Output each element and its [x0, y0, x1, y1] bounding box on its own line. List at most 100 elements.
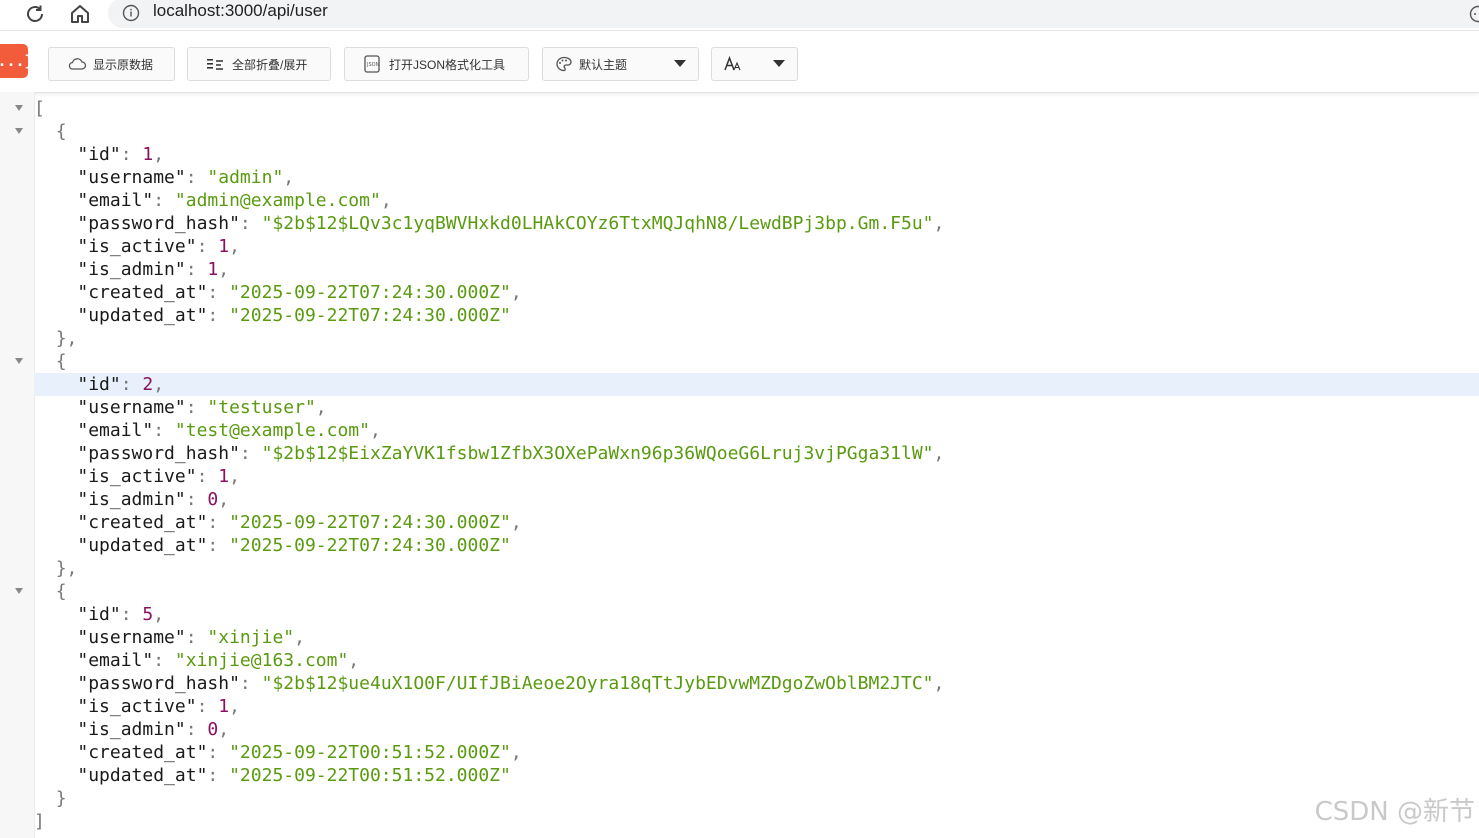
- json-key: "is_admin": [77, 719, 186, 740]
- watermark: CSDN @新节: [1314, 797, 1475, 827]
- json-key: "is_active": [77, 466, 197, 487]
- array-close-bracket: ]: [34, 811, 45, 832]
- json-line: [: [34, 97, 1479, 120]
- colon: :: [185, 627, 208, 648]
- json-line: {: [34, 580, 1479, 603]
- json-key: "password_hash": [77, 443, 240, 464]
- comma: ,: [218, 259, 230, 280]
- json-viewer-toolbar: {...} 显示原数据 全部折叠/展开 JSON 打开JSON格式化工具: [0, 36, 1479, 93]
- show-raw-data-button[interactable]: 显示原数据: [48, 47, 175, 81]
- json-line: }: [34, 787, 1479, 810]
- colon: :: [153, 420, 175, 441]
- json-string-value: "2025-09-22T00:51:52.000Z": [229, 742, 511, 763]
- colon: :: [185, 489, 208, 510]
- home-button[interactable]: [67, 2, 93, 26]
- json-line: "email": "test@example.com",: [34, 419, 1479, 442]
- json-line: "id": 1,: [34, 143, 1479, 166]
- fold-expand-all-label: 全部折叠/展开: [232, 57, 308, 72]
- json-line: {: [34, 350, 1479, 373]
- address-bar[interactable]: localhost:3000/api/user: [108, 0, 1479, 28]
- json-line: "username": "admin",: [34, 166, 1479, 189]
- array-open-bracket: [: [34, 98, 45, 119]
- fold-toggle-icon[interactable]: [15, 358, 23, 364]
- more-options-icon[interactable]: [1463, 4, 1479, 24]
- json-line-highlighted: "id": 2,: [34, 373, 1479, 396]
- json-key: "is_active": [77, 696, 197, 717]
- reload-button[interactable]: [22, 2, 48, 26]
- json-key: "email": [77, 190, 154, 211]
- json-key: "is_admin": [77, 259, 186, 280]
- comma: ,: [218, 489, 230, 510]
- comma: ,: [348, 650, 360, 671]
- chevron-down-icon: [773, 60, 785, 67]
- svg-text:JSON: JSON: [366, 62, 380, 68]
- font-size-select[interactable]: [711, 47, 798, 81]
- cloud-icon: [67, 57, 87, 71]
- json-line: "username": "xinjie",: [34, 626, 1479, 649]
- object-close-brace: }: [55, 788, 67, 809]
- comma: ,: [933, 213, 945, 234]
- colon: :: [120, 604, 143, 625]
- colon: :: [239, 213, 262, 234]
- colon: :: [185, 397, 208, 418]
- json-key: "password_hash": [77, 673, 240, 694]
- json-number-value: 0: [207, 719, 219, 740]
- json-line: "is_admin": 1,: [34, 258, 1479, 281]
- comma: ,: [283, 167, 295, 188]
- colon: :: [153, 650, 175, 671]
- json-key: "username": [77, 167, 186, 188]
- comma: ,: [933, 673, 945, 694]
- json-string-value: "$2b$12$LQv3c1yqBWVHxkd0LHAkCOYz6TtxMQJq…: [261, 213, 934, 234]
- info-icon[interactable]: [122, 4, 140, 22]
- colon: :: [185, 259, 208, 280]
- json-extension-logo[interactable]: {...}: [0, 44, 34, 78]
- colon: :: [185, 719, 208, 740]
- colon: :: [196, 236, 219, 257]
- comma: ,: [933, 443, 945, 464]
- comma: ,: [229, 696, 240, 717]
- colon: :: [185, 167, 208, 188]
- json-line: "email": "admin@example.com",: [34, 189, 1479, 212]
- json-line: "created_at": "2025-09-22T07:24:30.000Z"…: [34, 281, 1479, 304]
- colon: :: [239, 673, 262, 694]
- json-key: "email": [77, 420, 154, 441]
- fold-expand-all-button[interactable]: 全部折叠/展开: [187, 47, 331, 81]
- json-line: "created_at": "2025-09-22T07:24:30.000Z"…: [34, 511, 1479, 534]
- json-key: "is_admin": [77, 489, 186, 510]
- colon: :: [207, 535, 230, 556]
- browser-bar: localhost:3000/api/user: [0, 0, 1479, 31]
- json-line: "created_at": "2025-09-22T00:51:52.000Z"…: [34, 741, 1479, 764]
- url-text[interactable]: localhost:3000/api/user: [153, 1, 328, 21]
- fold-toggle-icon[interactable]: [15, 128, 23, 134]
- json-line: "is_admin": 0,: [34, 488, 1479, 511]
- show-raw-data-label: 显示原数据: [93, 57, 154, 72]
- json-string-value: "xinjie": [207, 627, 295, 648]
- comma: ,: [510, 512, 522, 533]
- json-line: "username": "testuser",: [34, 396, 1479, 419]
- json-number-value: 1: [218, 466, 230, 487]
- json-string-value: "testuser": [207, 397, 316, 418]
- json-key: "id": [77, 604, 121, 625]
- object-open-brace: {: [55, 351, 67, 372]
- json-line: "id": 5,: [34, 603, 1479, 626]
- json-line: {: [34, 120, 1479, 143]
- fold-toggle-icon[interactable]: [15, 588, 23, 594]
- comma: ,: [153, 604, 165, 625]
- json-line: "password_hash": "$2b$12$EixZaYVK1fsbw1Z…: [34, 442, 1479, 465]
- comma: ,: [218, 719, 230, 740]
- json-number-value: 5: [142, 604, 154, 625]
- comma: ,: [229, 236, 240, 257]
- comma: ,: [294, 627, 305, 648]
- theme-select[interactable]: 默认主题: [542, 47, 699, 81]
- json-string-value: "xinjie@163.com": [174, 650, 349, 671]
- json-key: "email": [77, 650, 154, 671]
- open-json-formatter-button[interactable]: JSON 打开JSON格式化工具: [344, 47, 529, 81]
- json-line: },: [34, 557, 1479, 580]
- colon: :: [207, 512, 230, 533]
- json-line: "is_active": 1,: [34, 695, 1479, 718]
- json-key: "username": [77, 397, 186, 418]
- json-key: "created_at": [77, 742, 208, 763]
- json-line: "is_active": 1,: [34, 235, 1479, 258]
- json-number-value: 1: [207, 259, 219, 280]
- fold-toggle-icon[interactable]: [15, 105, 23, 111]
